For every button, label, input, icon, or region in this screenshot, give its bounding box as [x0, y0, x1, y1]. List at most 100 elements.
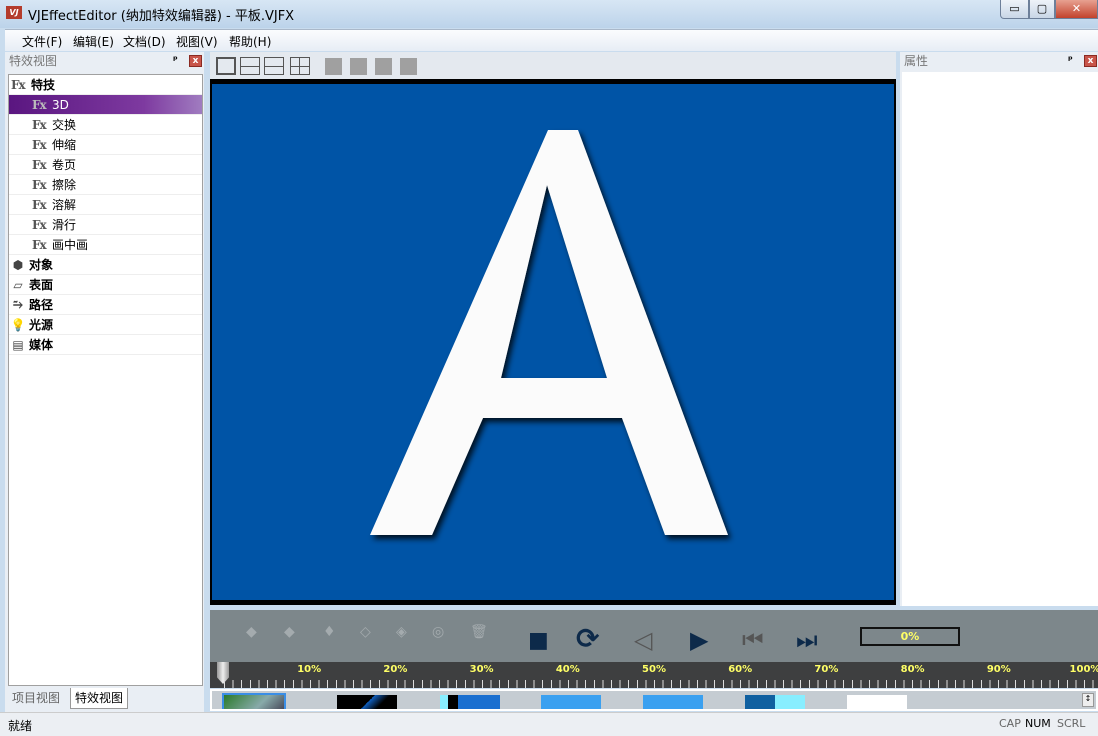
ruler-label: 50%	[642, 664, 666, 675]
play-button[interactable]: ▶	[690, 626, 708, 654]
toolbar-button-1[interactable]	[325, 58, 342, 75]
tree-item-label: 特技	[31, 78, 56, 92]
toolbar-button-3[interactable]	[375, 58, 392, 75]
panel-close-button[interactable]: x	[1084, 55, 1097, 67]
insert-keyframe-icon[interactable]: ◆	[284, 624, 295, 640]
ruler-label: 20%	[383, 664, 408, 675]
thumbnail[interactable]	[745, 695, 805, 709]
thumbnail-scrollbar[interactable]: ↕	[1082, 693, 1094, 707]
stop-button[interactable]: ■	[528, 628, 549, 653]
thumbnail[interactable]	[440, 695, 500, 709]
single-view-button[interactable]	[216, 57, 236, 75]
timeline-ruler[interactable]: 10% 20% 30% 40% 50% 60% 70% 80% 90% 100%	[210, 662, 1098, 688]
menu-document[interactable]: 文档(D)	[123, 33, 166, 50]
thumbnail[interactable]	[643, 695, 703, 709]
paste-keyframe-icon[interactable]: ◎	[432, 624, 444, 640]
loop-button[interactable]: ⟳	[576, 622, 599, 655]
surface-icon: ▱	[13, 277, 23, 292]
menu-file[interactable]: 文件(F)	[22, 33, 62, 50]
ruler-label: 100%	[1069, 664, 1098, 675]
thumbnail-strip: ↕	[210, 689, 1098, 711]
pin-icon[interactable]: ᵖ	[173, 55, 178, 66]
effects-panel: 特效视图 ᵖ x Fx 特技 Fx 3D Fx 交换 Fx 伸缩 Fx 卷页 Fx 擦除 Fx 溶解 Fx 滑…	[5, 52, 204, 712]
menu-help[interactable]: 帮助(H)	[229, 33, 271, 50]
tree-item-label: 表面	[29, 278, 54, 292]
tree-item[interactable]: Fx 特技	[9, 75, 202, 95]
trash-icon[interactable]: 🗑	[470, 624, 488, 640]
window-title: VJEffectEditor (纳加特效编辑器) - 平板.VJFX	[28, 9, 295, 24]
film-icon: ▤	[12, 337, 24, 352]
minimize-button[interactable]: ▭	[1000, 0, 1029, 19]
thumbnail[interactable]	[847, 695, 907, 709]
properties-grid	[902, 72, 1098, 606]
thumbnail[interactable]	[222, 693, 286, 709]
tree-item[interactable]: Fx 画中画	[9, 235, 202, 255]
object-icon: ⬢	[12, 257, 24, 272]
ruler-ticks	[224, 680, 1098, 688]
tree-item-label: 路径	[29, 298, 54, 312]
view-toolbar	[210, 52, 896, 79]
pin-icon[interactable]: ᵖ	[1068, 55, 1073, 66]
tree-item-label: 光源	[29, 318, 54, 332]
ruler-label: 10%	[297, 664, 322, 675]
tree-item[interactable]: Fx 溶解	[9, 195, 202, 215]
toolbar-button-4[interactable]	[400, 58, 417, 75]
tree-item[interactable]: ▱ 表面	[9, 275, 202, 295]
transport-controls: ◆ ◆ ♦ ◇ ◈ ◎ 🗑 ■ ⟳ ◁ ▶ ⏮ ⏭ 0%	[210, 610, 1098, 662]
tree-item[interactable]: ⥲ 路径	[9, 295, 202, 315]
tree-item[interactable]: ▤ 媒体	[9, 335, 202, 355]
tree-item[interactable]: Fx 交换	[9, 115, 202, 135]
fx-icon: Fx	[32, 117, 47, 132]
split-horizontal-button[interactable]	[240, 57, 260, 75]
path-icon: ⥲	[13, 297, 23, 311]
tab-effects-view[interactable]: 特效视图	[70, 688, 129, 709]
copy-keyframe-icon[interactable]: ◈	[396, 624, 407, 640]
empty-keyframe-icon[interactable]: ◇	[360, 624, 371, 640]
tree-item-label: 媒体	[29, 338, 54, 352]
tree-item[interactable]: 💡 光源	[9, 315, 202, 335]
maximize-button[interactable]: ▢	[1029, 0, 1055, 19]
panel-close-button[interactable]: x	[189, 55, 202, 67]
play-reverse-button[interactable]: ◁	[634, 626, 652, 654]
ruler-label: 40%	[555, 664, 580, 675]
tree-item-label: 擦除	[52, 178, 77, 192]
properties-panel: 属性 ᵖ x	[900, 52, 1098, 606]
add-keyframe-icon[interactable]: ◆	[246, 624, 257, 640]
menu-bar: 文件(F) 编辑(E) 文档(D) 视图(V) 帮助(H)	[5, 29, 1098, 51]
preview-canvas	[212, 84, 894, 600]
menu-edit[interactable]: 编辑(E)	[73, 33, 114, 50]
tab-project-view[interactable]: 项目视图	[8, 688, 64, 709]
ruler-label: 70%	[814, 664, 839, 675]
letter-a-graphic	[370, 130, 728, 535]
tree-item-label: 对象	[29, 258, 54, 272]
fx-icon: Fx	[32, 97, 47, 112]
thumbnail[interactable]	[541, 695, 601, 709]
tree-item[interactable]: Fx 擦除	[9, 175, 202, 195]
three-view-button[interactable]	[264, 57, 284, 75]
menu-view[interactable]: 视图(V)	[176, 33, 218, 50]
tree-item-label: 3D	[52, 97, 69, 112]
quad-view-button[interactable]	[290, 57, 310, 75]
ruler-label: 80%	[900, 664, 925, 675]
go-to-end-button[interactable]: ⏭	[796, 626, 818, 654]
tree-item-label: 卷页	[52, 158, 77, 172]
thumbnail[interactable]	[337, 695, 397, 709]
status-text: 就绪	[8, 719, 33, 733]
go-to-start-button[interactable]: ⏮	[742, 626, 764, 654]
tree-item[interactable]: Fx 3D	[9, 95, 202, 115]
progress-display: 0%	[860, 627, 960, 646]
tree-item[interactable]: Fx 卷页	[9, 155, 202, 175]
toolbar-button-2[interactable]	[350, 58, 367, 75]
fx-icon: Fx	[32, 237, 47, 252]
ruler-label: 30%	[469, 664, 494, 675]
light-bulb-icon: 💡	[10, 317, 26, 332]
preview-viewport[interactable]	[210, 79, 896, 605]
tree-item[interactable]: ⬢ 对象	[9, 255, 202, 275]
scroll-lock-indicator: SCRL	[1057, 717, 1086, 730]
fx-icon: Fx	[11, 77, 26, 92]
status-bar: 就绪 CAP NUM SCRL	[0, 712, 1098, 736]
tree-item[interactable]: Fx 滑行	[9, 215, 202, 235]
keyframe-icon[interactable]: ♦	[323, 624, 336, 640]
tree-item[interactable]: Fx 伸缩	[9, 135, 202, 155]
close-button[interactable]: ✕	[1055, 0, 1098, 19]
